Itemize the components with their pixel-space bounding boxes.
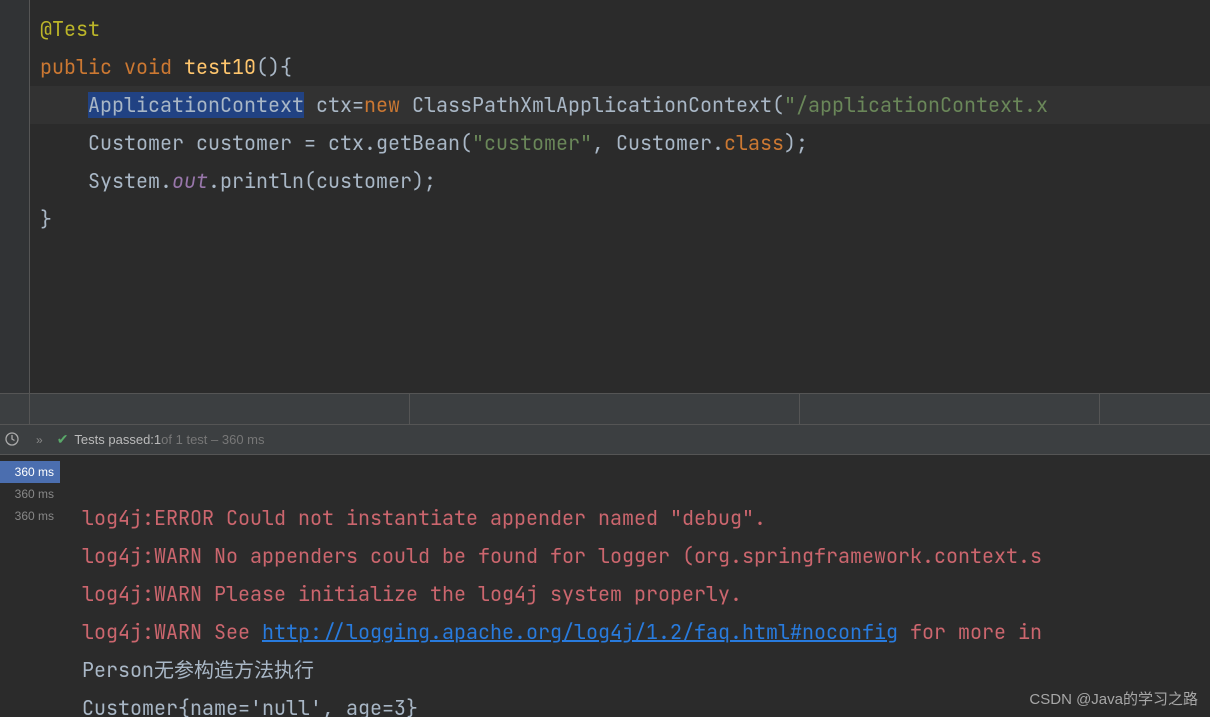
toolbar-seg-3[interactable] — [410, 394, 800, 424]
close-brace: } — [40, 206, 52, 232]
check-icon: ✔ — [57, 431, 69, 448]
tests-passed-label: Tests passed: — [74, 432, 154, 447]
code-getbean-prefix: Customer customer = ctx.getBean( — [88, 130, 472, 156]
code-getbean-mid: , Customer. — [592, 130, 724, 156]
annotation-test: @Test — [40, 16, 100, 42]
console-warn-line: log4j:WARN Please initialize the log4j s… — [82, 581, 742, 607]
toolbar-seg-4[interactable] — [800, 394, 1100, 424]
test-status-bar: » ✔ Tests passed: 1 of 1 test – 360 ms — [0, 425, 1210, 455]
test-time-row[interactable]: 360 ms — [0, 505, 60, 527]
field-out: out — [172, 168, 208, 194]
test-tree-times[interactable]: 360 ms 360 ms 360 ms — [0, 455, 60, 717]
expand-icon[interactable]: » — [36, 433, 43, 447]
code-editor[interactable]: @Test public void test10(){ ApplicationC… — [0, 0, 1210, 393]
string-customer: "customer" — [472, 130, 592, 156]
method-name: test10 — [184, 54, 256, 80]
console-stdout-line: Customer{name='null', age=3} — [82, 695, 418, 717]
toolbar-seg-1[interactable] — [0, 394, 30, 424]
type-applicationcontext: ApplicationContext — [88, 92, 304, 118]
keyword-new: new — [364, 92, 400, 118]
console-link[interactable]: http://logging.apache.org/log4j/1.2/faq.… — [262, 619, 898, 645]
console-output[interactable]: log4j:ERROR Could not instantiate append… — [60, 455, 1210, 717]
toolbar-seg-2[interactable] — [30, 394, 410, 424]
keyword-void: void — [124, 54, 172, 80]
code-system: System. — [88, 168, 172, 194]
keyword-class: class — [724, 130, 784, 156]
string-arg: "/applicationContext.x — [784, 92, 1048, 118]
test-time-row[interactable]: 360 ms — [0, 483, 60, 505]
test-time-row[interactable]: 360 ms — [0, 461, 60, 483]
console-stdout-line: Person无参构造方法执行 — [82, 657, 314, 683]
editor-gutter — [0, 0, 30, 393]
history-icon[interactable] — [4, 431, 22, 449]
toolbar-seg-5[interactable] — [1100, 394, 1210, 424]
tests-passed-suffix: of 1 test – 360 ms — [161, 432, 264, 447]
console-error-line: log4j:ERROR Could not instantiate append… — [82, 505, 766, 531]
console-warn-line: log4j:WARN No appenders could be found f… — [82, 543, 1042, 569]
run-toolbar — [0, 393, 1210, 425]
var-ctx: ctx= — [304, 92, 364, 118]
code-getbean-end: ); — [784, 130, 808, 156]
code-println: .println(customer); — [208, 168, 436, 194]
bottom-panel: 360 ms 360 ms 360 ms log4j:ERROR Could n… — [0, 455, 1210, 717]
tests-passed-count: 1 — [154, 432, 161, 447]
method-parens: (){ — [256, 54, 292, 80]
keyword-public: public — [40, 54, 112, 80]
console-warn-line: log4j:WARN See — [82, 619, 262, 645]
ctor-name: ClassPathXmlApplicationContext( — [400, 92, 784, 118]
console-warn-tail: for more in — [898, 619, 1042, 645]
